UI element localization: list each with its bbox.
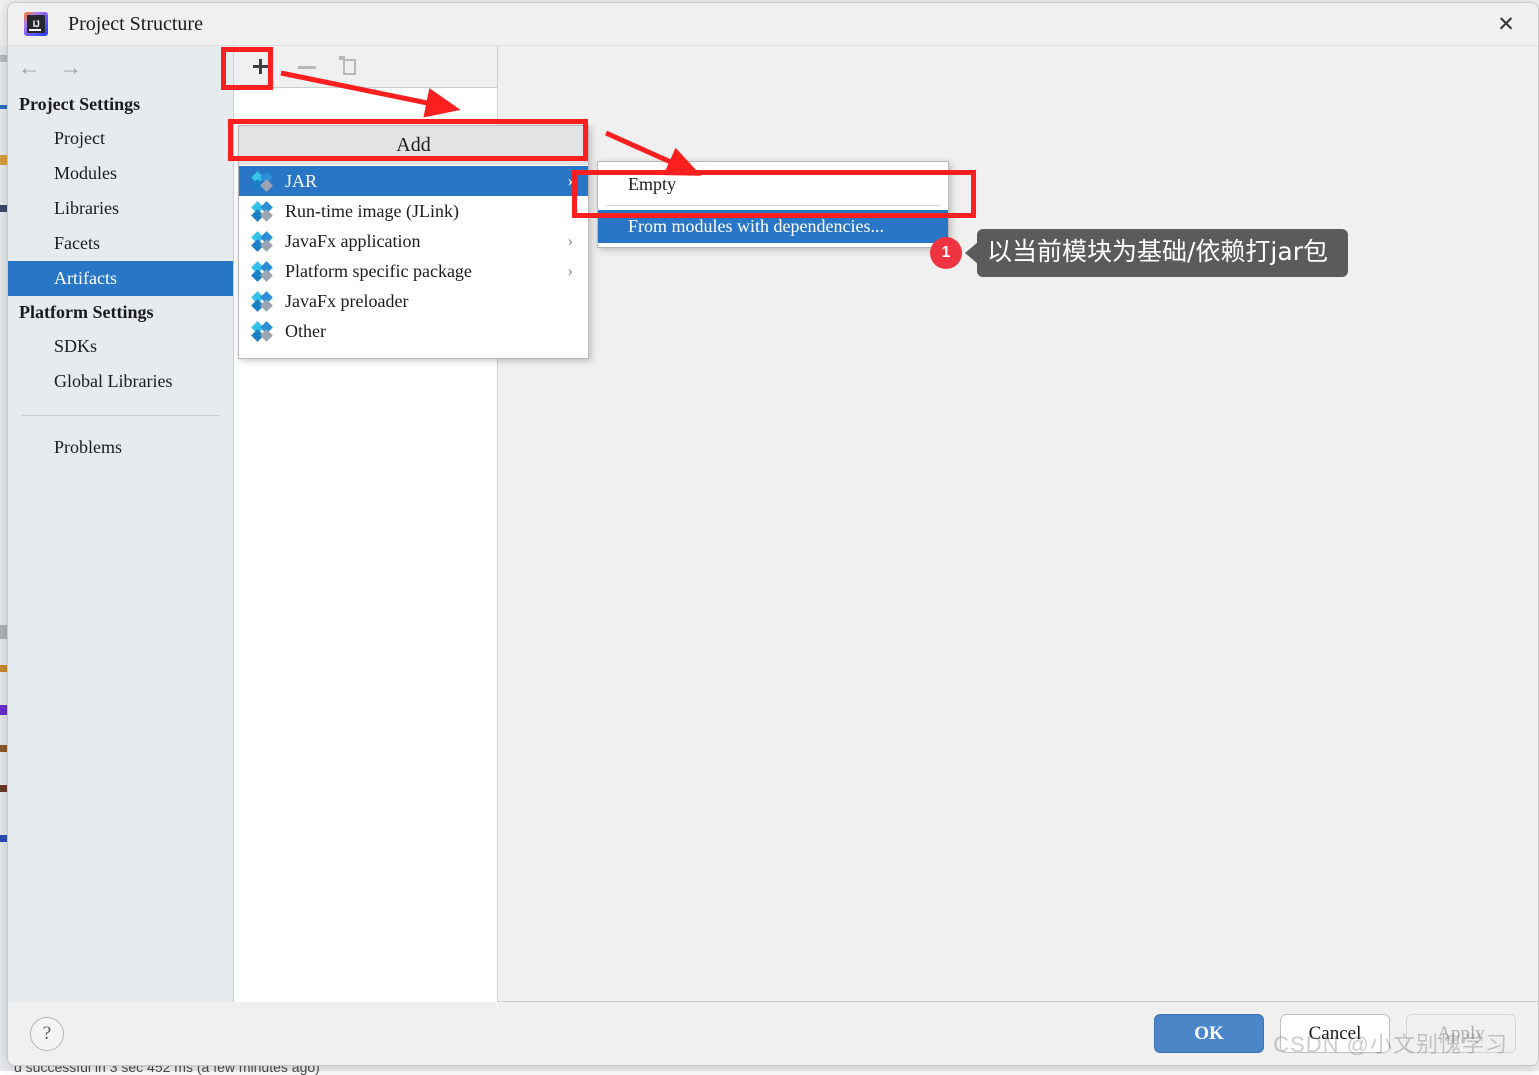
sidebar-item-facets[interactable]: Facets (8, 226, 233, 261)
footer-button-group: OK Cancel Apply (1154, 1014, 1516, 1053)
artifact-diamond-icon (253, 291, 273, 311)
add-menu-title: Add (239, 126, 588, 166)
ok-button[interactable]: OK (1154, 1014, 1264, 1053)
help-button[interactable]: ? (30, 1017, 64, 1051)
apply-button: Apply (1406, 1014, 1516, 1053)
menu-padding (239, 346, 588, 358)
artifact-diamond-icon (253, 261, 273, 281)
sidebar-item-sdks[interactable]: SDKs (8, 329, 233, 364)
chevron-right-icon: › (567, 171, 573, 191)
sidebar-item-global-libraries[interactable]: Global Libraries (8, 364, 233, 399)
callout-text: 以当前模块为基础/依赖打jar包 (977, 229, 1348, 277)
cancel-button[interactable]: Cancel (1280, 1014, 1390, 1053)
dialog-titlebar: IJ Project Structure ✕ (8, 3, 1538, 46)
sidebar-group-project-settings: Project Settings (8, 88, 233, 121)
artifact-diamond-icon (253, 321, 273, 341)
content-area: Nothing to show Add JAR › Run-time image… (234, 46, 1539, 1002)
back-arrow-icon[interactable]: ← (18, 56, 41, 79)
callout-badge: 1 (930, 237, 962, 269)
chevron-right-icon: › (567, 231, 573, 251)
menu-item-jar[interactable]: JAR › (239, 166, 588, 196)
artifact-diamond-icon (253, 201, 273, 221)
dialog-body: ← → Project Settings Project Modules Lib… (8, 46, 1538, 1002)
menu-item-label: JavaFx application (285, 231, 420, 252)
minus-icon (294, 54, 320, 80)
nav-arrows: ← → (8, 46, 233, 88)
intellij-idea-icon: IJ (24, 12, 48, 36)
project-structure-dialog: IJ Project Structure ✕ ← → Project Setti… (7, 2, 1539, 1066)
page-title: Project Structure (68, 13, 203, 36)
menu-item-other[interactable]: Other (239, 316, 588, 346)
menu-item-runtime-image-jlink[interactable]: Run-time image (JLink) (239, 196, 588, 226)
dialog-footer: ? OK Cancel Apply (8, 1002, 1538, 1065)
menu-item-label: Other (285, 321, 326, 342)
forward-arrow-icon[interactable]: → (59, 56, 82, 79)
plus-icon[interactable] (250, 54, 276, 80)
menu-item-platform-specific-package[interactable]: Platform specific package › (239, 256, 588, 286)
add-menu-popup: Add JAR › Run-time image (JLink) JavaFx … (238, 125, 589, 359)
app-icon-label: IJ (33, 19, 40, 29)
submenu-item-empty[interactable]: Empty (598, 168, 948, 201)
copy-icon (338, 56, 360, 78)
menu-item-label: Run-time image (JLink) (285, 201, 459, 222)
jar-submenu-popup: Empty From modules with dependencies... (597, 161, 949, 248)
artifact-toolbar (234, 46, 498, 88)
menu-item-javafx-preloader[interactable]: JavaFx preloader (239, 286, 588, 316)
settings-sidebar: ← → Project Settings Project Modules Lib… (8, 46, 234, 1002)
submenu-divider (606, 205, 940, 206)
menu-item-label: Platform specific package (285, 261, 472, 282)
sidebar-item-problems[interactable]: Problems (8, 430, 233, 465)
menu-item-label: JavaFx preloader (285, 291, 408, 312)
annotation-callout: 1 以当前模块为基础/依赖打jar包 (930, 229, 1348, 277)
sidebar-item-libraries[interactable]: Libraries (8, 191, 233, 226)
close-icon[interactable]: ✕ (1474, 3, 1538, 46)
chevron-right-icon: › (567, 261, 573, 281)
submenu-item-from-modules-with-dependencies[interactable]: From modules with dependencies... (598, 210, 948, 243)
menu-item-label: JAR (285, 171, 317, 192)
sidebar-item-modules[interactable]: Modules (8, 156, 233, 191)
menu-item-javafx-application[interactable]: JavaFx application › (239, 226, 588, 256)
sidebar-group-platform-settings: Platform Settings (8, 296, 233, 329)
artifact-diamond-icon (253, 171, 273, 191)
artifact-diamond-icon (253, 231, 273, 251)
sidebar-item-project[interactable]: Project (8, 121, 233, 156)
sidebar-item-artifacts[interactable]: Artifacts (8, 261, 233, 296)
sidebar-divider (22, 415, 219, 416)
